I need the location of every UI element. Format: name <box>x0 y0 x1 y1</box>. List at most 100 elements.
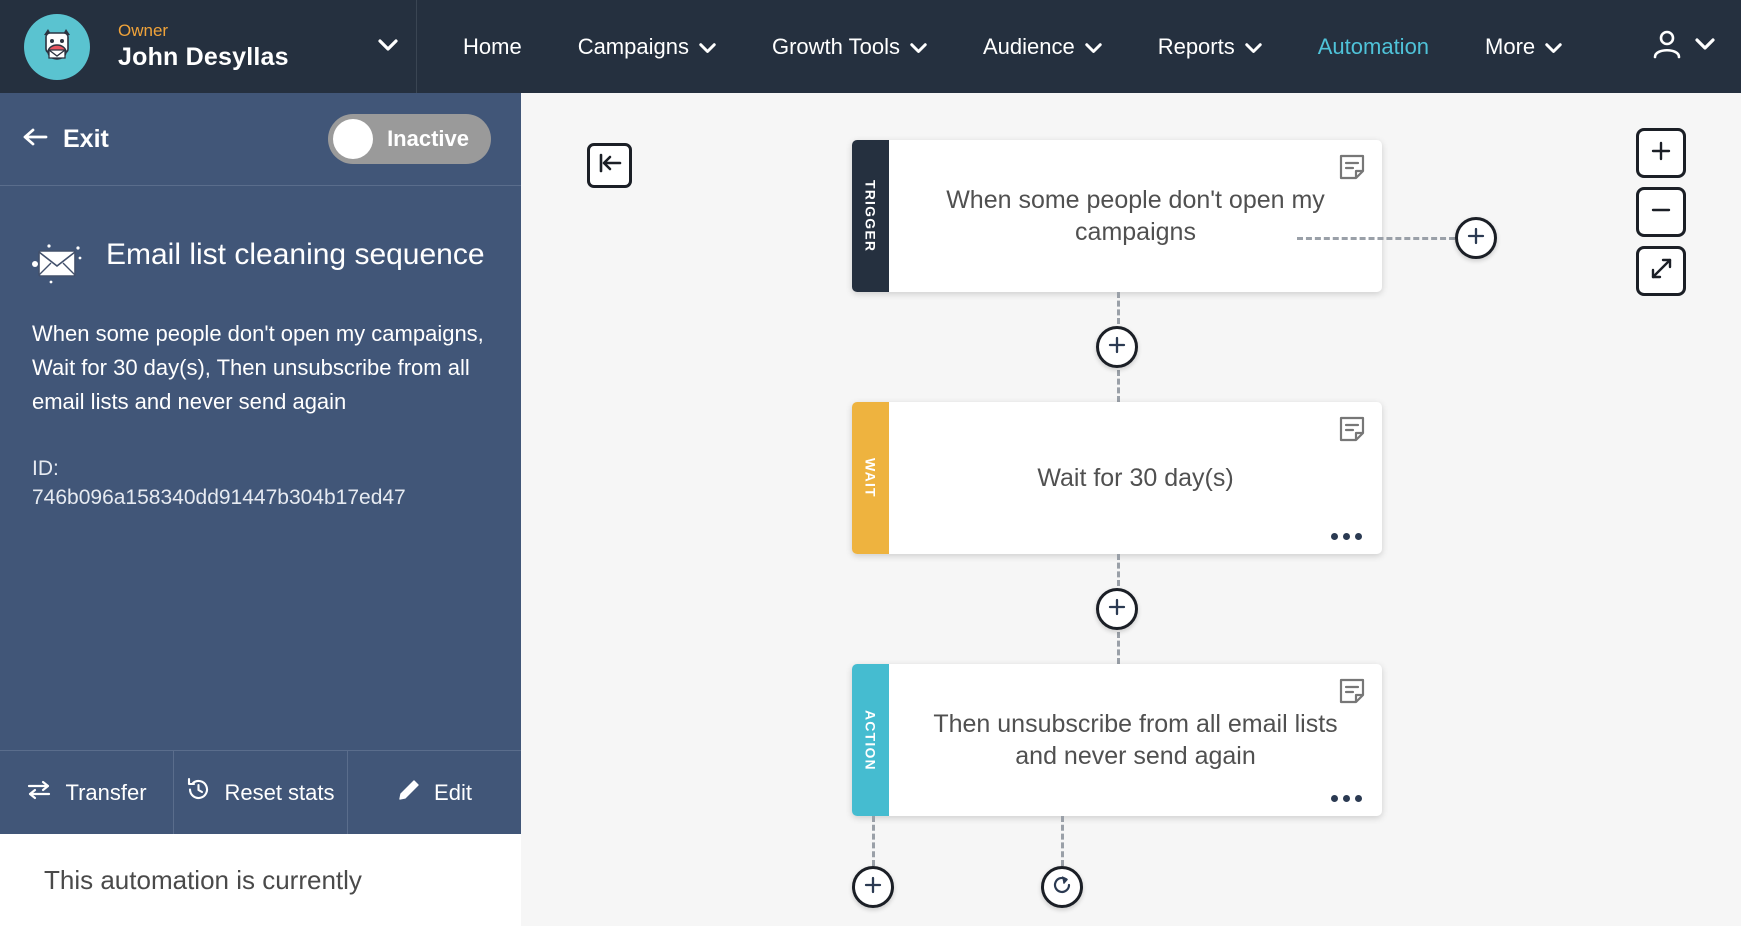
flow-node-action[interactable]: ACTION Then unsubscribe from all email l… <box>852 664 1382 816</box>
node-type-label: TRIGGER <box>863 180 879 252</box>
sidebar-action-label: Edit <box>434 780 472 806</box>
zoom-in-button[interactable] <box>1636 128 1686 178</box>
minus-icon <box>1649 198 1673 227</box>
chevron-down-icon <box>1695 38 1715 56</box>
toggle-knob <box>333 119 373 159</box>
nav-item-label: Home <box>463 34 522 60</box>
automation-status-toggle[interactable]: Inactive <box>328 114 491 164</box>
chevron-down-icon <box>378 37 398 57</box>
chevron-down-icon <box>699 34 716 60</box>
nav-item-home[interactable]: Home <box>435 0 550 93</box>
main-nav-items: Home Campaigns Growth Tools Audience Rep… <box>417 0 1631 93</box>
nav-item-label: More <box>1485 34 1535 60</box>
node-type-stripe: WAIT <box>852 402 889 554</box>
exit-label: Exit <box>63 125 109 154</box>
nav-item-campaigns[interactable]: Campaigns <box>550 0 744 93</box>
transfer-arrows-icon <box>26 780 52 806</box>
add-step-after-action-button[interactable] <box>852 866 894 908</box>
account-name: John Desyllas <box>118 42 368 73</box>
brand-account-block: Owner John Desyllas <box>0 0 417 93</box>
flow-node-wait[interactable]: WAIT Wait for 30 day(s) <box>852 402 1382 554</box>
nav-item-label: Growth Tools <box>772 34 900 60</box>
sidebar-header: Exit Inactive <box>0 93 521 186</box>
add-step-after-wait-button[interactable] <box>1096 588 1138 630</box>
automation-status-text: This automation is currently <box>44 865 362 896</box>
pencil-icon <box>397 778 421 808</box>
trigger-branch-connector <box>1297 215 1497 261</box>
chevron-down-icon <box>1245 34 1262 60</box>
node-text: When some people don't open my campaigns <box>919 184 1352 249</box>
node-options-menu[interactable] <box>1331 795 1362 802</box>
user-account-menu[interactable] <box>1631 0 1741 93</box>
node-text: Then unsubscribe from all email lists an… <box>919 708 1352 773</box>
exit-button[interactable]: Exit <box>22 125 109 154</box>
reset-stats-button[interactable]: Reset stats <box>174 751 348 834</box>
zoom-controls <box>1636 128 1686 296</box>
plus-icon <box>1106 334 1128 361</box>
top-navigation-bar: Owner John Desyllas Home Campaigns Growt… <box>0 0 1741 93</box>
arrow-left-icon <box>22 125 49 154</box>
history-clock-icon <box>186 777 211 808</box>
nav-item-label: Reports <box>1158 34 1235 60</box>
nav-item-label: Campaigns <box>578 34 689 60</box>
add-parallel-trigger-button[interactable] <box>1455 217 1497 259</box>
connector-trigger-to-wait <box>767 292 1467 402</box>
cow-mailchimp-logo[interactable] <box>24 14 90 80</box>
edit-button[interactable]: Edit <box>348 751 521 834</box>
plus-icon <box>1465 225 1487 252</box>
expand-fullscreen-icon <box>1649 256 1674 286</box>
nav-item-reports[interactable]: Reports <box>1130 0 1290 93</box>
node-options-menu[interactable] <box>1331 533 1362 540</box>
note-icon[interactable] <box>1338 677 1366 710</box>
node-text: Wait for 30 day(s) <box>1037 462 1233 495</box>
automation-sidebar: Exit Inactive <box>0 93 521 926</box>
plus-icon <box>1106 596 1128 623</box>
status-badge: Inactive <box>387 126 469 152</box>
account-switcher[interactable]: Owner John Desyllas <box>90 20 416 73</box>
nav-item-label: Automation <box>1318 34 1429 60</box>
loop-stub <box>1041 816 1083 908</box>
action-branch-connectors <box>767 816 1467 926</box>
nav-item-audience[interactable]: Audience <box>955 0 1130 93</box>
chevron-down-icon <box>910 34 927 60</box>
chevron-down-icon <box>1545 34 1562 60</box>
automation-description: When some people don't open my campaigns… <box>30 317 495 419</box>
collapse-sidebar-button[interactable] <box>587 143 632 188</box>
automation-id-label: ID: <box>32 457 59 480</box>
automation-flow-canvas[interactable]: TRIGGER When some people don't open my c… <box>521 93 1741 926</box>
plus-icon <box>1649 139 1673 168</box>
sidebar-action-bar: Transfer Reset stats Edi <box>0 750 521 834</box>
page-title: Email list cleaning sequence <box>106 234 485 277</box>
note-icon[interactable] <box>1338 415 1366 448</box>
plus-icon <box>862 874 884 901</box>
account-role: Owner <box>118 20 368 41</box>
sidebar-footer: This automation is currently <box>0 834 521 926</box>
fullscreen-button[interactable] <box>1636 246 1686 296</box>
flow-diagram: TRIGGER When some people don't open my c… <box>767 93 1467 926</box>
node-type-label: WAIT <box>863 458 879 498</box>
page-body: Exit Inactive <box>0 93 1741 926</box>
envelope-icon <box>30 242 86 291</box>
node-type-stripe: TRIGGER <box>852 140 889 292</box>
zoom-out-button[interactable] <box>1636 187 1686 237</box>
add-step-after-trigger-button[interactable] <box>1096 326 1138 368</box>
automation-summary: Email list cleaning sequence When some p… <box>0 186 521 750</box>
person-icon <box>1651 28 1683 65</box>
refresh-loop-icon <box>1051 874 1073 901</box>
repeat-loop-button[interactable] <box>1041 866 1083 908</box>
node-type-label: ACTION <box>863 710 879 771</box>
nav-item-more[interactable]: More <box>1457 0 1590 93</box>
note-icon[interactable] <box>1338 153 1366 186</box>
transfer-button[interactable]: Transfer <box>0 751 174 834</box>
collapse-left-icon <box>596 152 624 179</box>
sidebar-action-label: Reset stats <box>224 780 334 806</box>
node-type-stripe: ACTION <box>852 664 889 816</box>
nav-item-label: Audience <box>983 34 1075 60</box>
automation-id-value: 746b096a158340dd91447b304b17ed47 <box>32 486 406 509</box>
add-step-stub <box>852 816 894 908</box>
sidebar-action-label: Transfer <box>65 780 146 806</box>
chevron-down-icon <box>1085 34 1102 60</box>
connector-wait-to-action <box>767 554 1467 664</box>
nav-item-growth-tools[interactable]: Growth Tools <box>744 0 955 93</box>
nav-item-automation[interactable]: Automation <box>1290 0 1457 93</box>
